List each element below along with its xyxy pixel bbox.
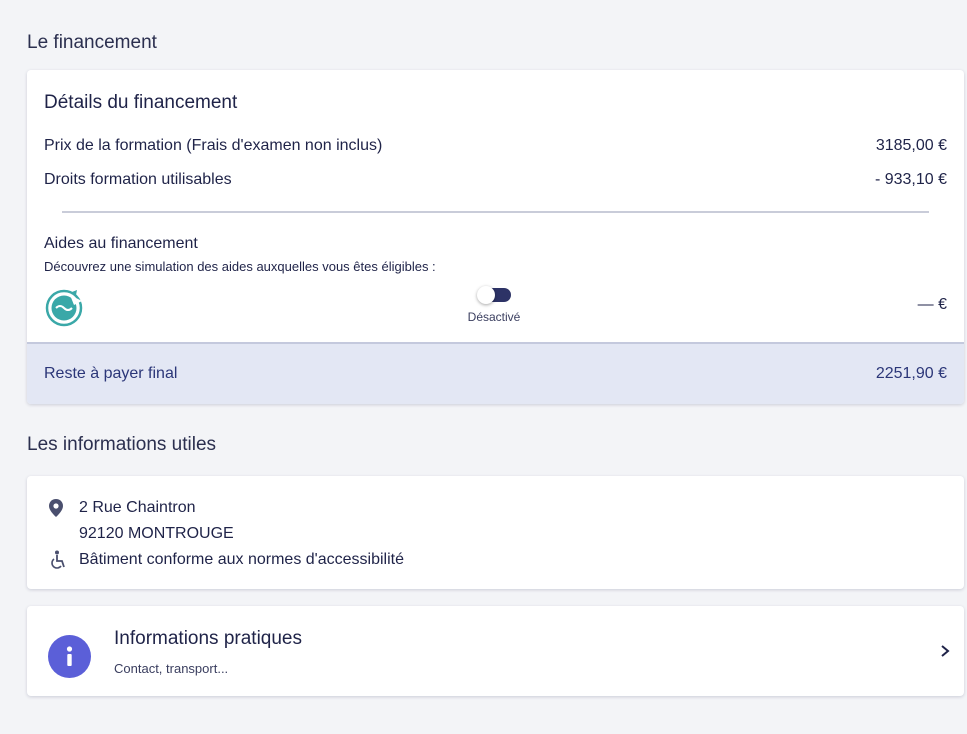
rights-value: - 933,10 €: [874, 171, 947, 188]
toggle-knob: [477, 286, 495, 304]
price-value: 3185,00 €: [875, 137, 947, 154]
price-row: Prix de la formation (Frais d'examen non…: [44, 134, 947, 158]
pratiques-title: Informations pratiques: [114, 628, 302, 649]
wheelchair-icon: [49, 550, 71, 570]
card-title: Détails du financement: [44, 92, 238, 113]
aides-title: Aides au financement: [44, 235, 198, 252]
pratiques-subtitle: Contact, transport...: [114, 661, 229, 676]
chevron-right-icon[interactable]: [938, 644, 952, 658]
aid-amount: — €: [917, 296, 947, 313]
reste-label: Reste à payer final: [44, 365, 178, 382]
location-pin-icon: [49, 499, 71, 517]
page: Le financement Détails du financement Pr…: [0, 0, 967, 734]
rights-row: Droits formation utilisables - 933,10 €: [44, 168, 947, 192]
divider: [62, 211, 929, 213]
address-card: 2 Rue Chaintron 92120 MONTROUGE Bâtiment…: [27, 476, 964, 589]
aid-row: Désactivé — €: [44, 282, 947, 342]
price-label: Prix de la formation (Frais d'examen non…: [44, 137, 383, 154]
informations-pratiques-card[interactable]: Informations pratiques Contact, transpor…: [27, 606, 964, 696]
accessibility-text: Bâtiment conforme aux normes d'accessibi…: [79, 551, 404, 568]
accessibility-line: Bâtiment conforme aux normes d'accessibi…: [49, 548, 964, 572]
eep-logo-icon: [45, 289, 83, 327]
address-street-line: 2 Rue Chaintron: [49, 496, 964, 520]
section-title-infos: Les informations utiles: [27, 434, 217, 455]
financement-card: Détails du financement Prix de la format…: [27, 70, 964, 404]
reste-value: 2251,90 €: [875, 365, 947, 382]
address-city: 92120 MONTROUGE: [79, 525, 234, 542]
section-title-financement: Le financement: [27, 32, 157, 53]
info-icon: [48, 635, 91, 678]
address-street: 2 Rue Chaintron: [79, 499, 196, 516]
aides-subtitle: Découvrez une simulation des aides auxqu…: [44, 259, 436, 274]
reste-a-payer-row: Reste à payer final 2251,90 €: [27, 342, 964, 404]
aid-toggle-control: Désactivé: [461, 282, 527, 324]
rights-label: Droits formation utilisables: [44, 171, 232, 188]
toggle-label: Désactivé: [467, 310, 521, 324]
aid-toggle[interactable]: [477, 286, 511, 304]
